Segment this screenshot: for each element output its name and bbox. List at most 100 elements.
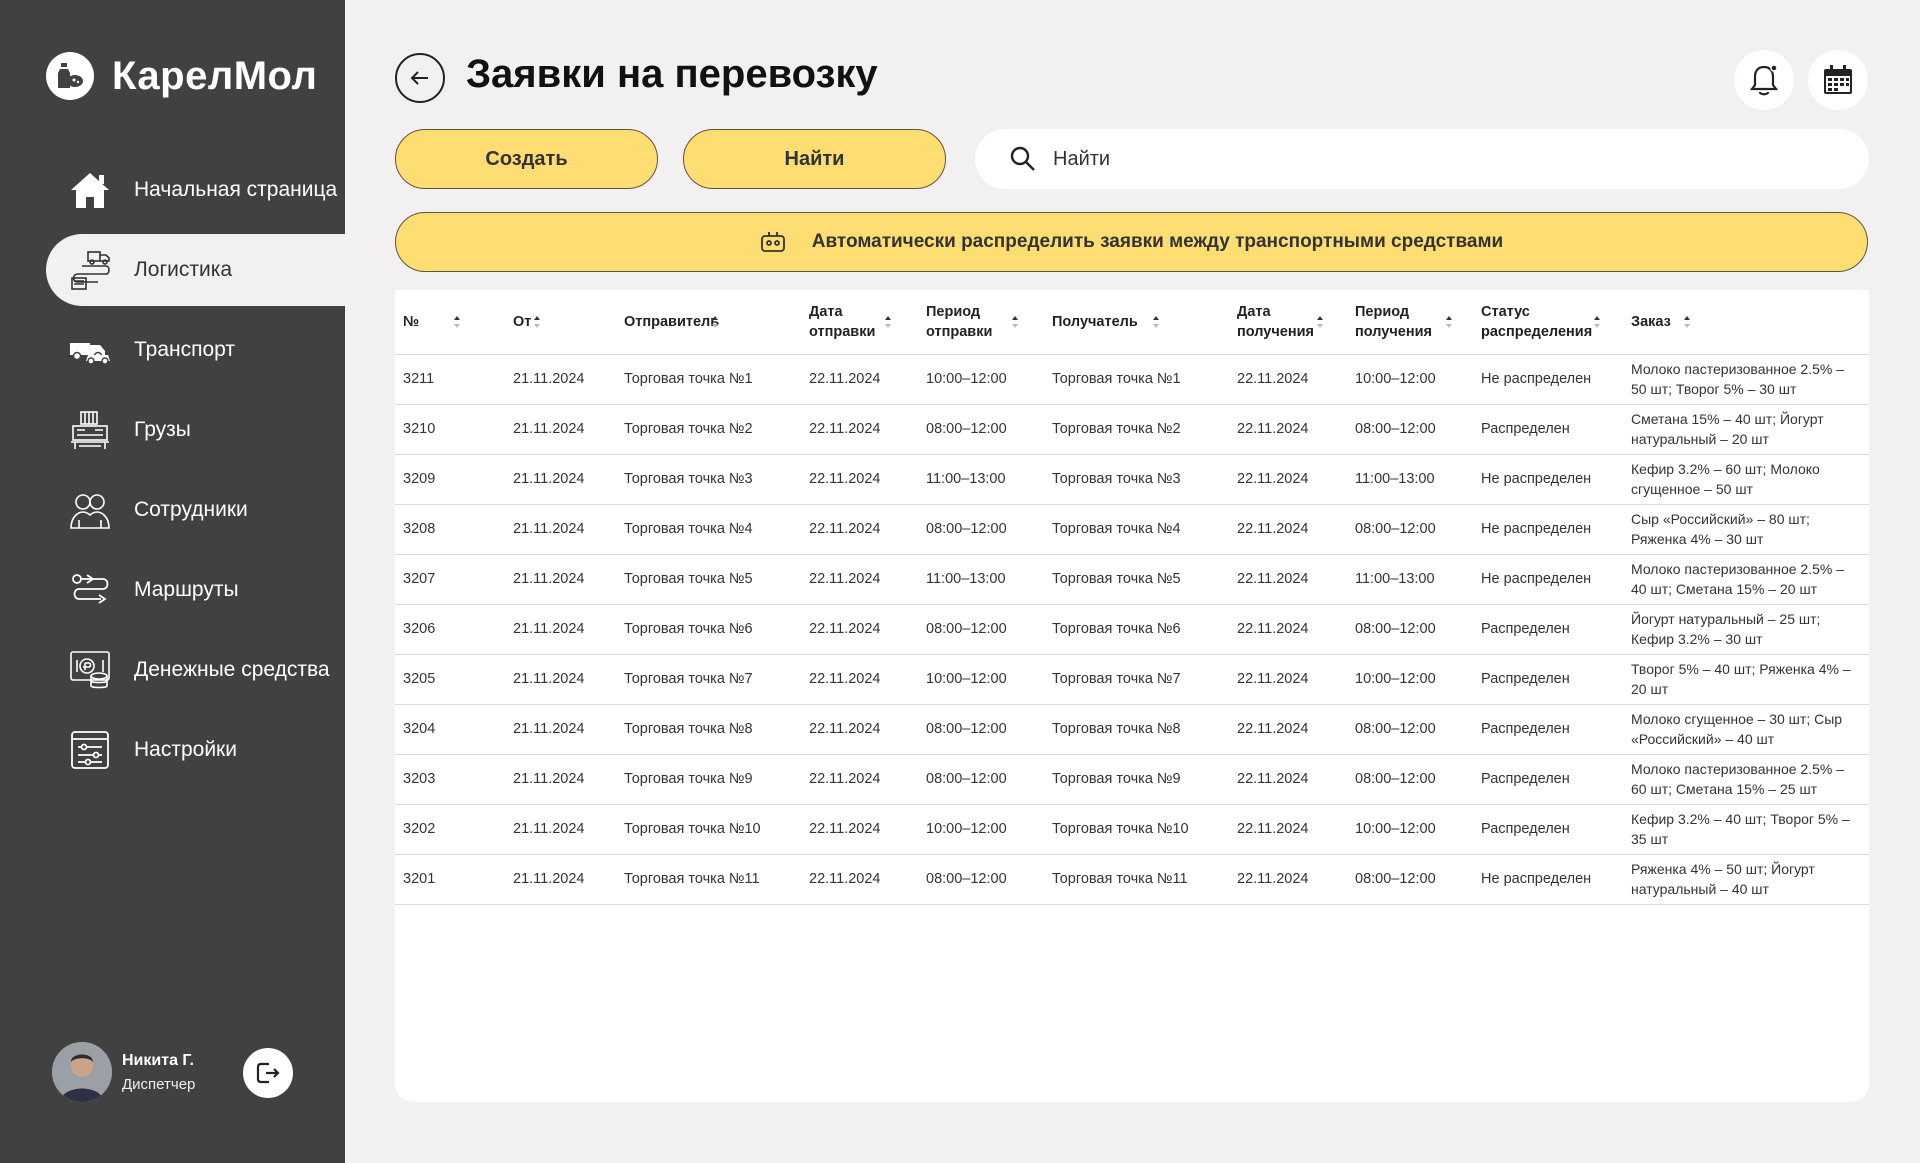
sort-icon[interactable] xyxy=(1683,315,1691,329)
table-cell: Торговая точка №2 xyxy=(1052,421,1181,437)
table-cell: Торговая точка №1 xyxy=(1052,371,1181,387)
find-button[interactable]: Найти xyxy=(683,129,946,189)
sort-icon[interactable] xyxy=(884,315,892,329)
table-cell: Не распределен xyxy=(1481,521,1592,537)
table-cell: Торговая точка №11 xyxy=(1052,871,1188,887)
table-cell: 22.11.2024 xyxy=(1237,371,1309,387)
column-header[interactable]: От xyxy=(505,290,616,355)
table-cell: 08:00–12:00 xyxy=(1355,721,1436,737)
table-cell: 08:00–12:00 xyxy=(926,871,1007,887)
create-button[interactable]: Создать xyxy=(395,129,658,189)
table-cell: Торговая точка №10 xyxy=(1052,821,1189,837)
table-cell: 10:00–12:00 xyxy=(926,371,1007,387)
sidebar-item-transport[interactable]: Транспорт xyxy=(0,310,345,390)
table-cell: 21.11.2024 xyxy=(513,621,585,637)
table-cell: Сметана 15% – 40 шт; Йогурт натуральный … xyxy=(1631,411,1824,447)
search-input[interactable] xyxy=(1053,147,1813,171)
sidebar-item-routes[interactable]: Маршруты xyxy=(0,550,345,630)
table-cell: 22.11.2024 xyxy=(1237,821,1309,837)
table-row[interactable]: 3206 21.11.2024 Торговая точка №6 22.11.202… xyxy=(395,604,1869,654)
sidebar-item-logistics[interactable]: Логистика xyxy=(46,234,345,306)
column-header[interactable]: Заказ xyxy=(1623,290,1869,355)
table-row[interactable]: 3209 21.11.2024 Торговая точка №3 22.11.202… xyxy=(395,454,1869,504)
column-header[interactable]: Период получения xyxy=(1347,290,1473,355)
table-cell: Молоко пастеризованное 2.5% – 40 шт; Сме… xyxy=(1631,561,1845,597)
sort-icon[interactable] xyxy=(1011,315,1019,329)
table-cell: 22.11.2024 xyxy=(809,771,881,787)
column-header[interactable]: Статус распределения xyxy=(1473,290,1623,355)
logout-button[interactable] xyxy=(243,1048,293,1098)
robot-icon xyxy=(760,230,786,254)
table-cell: Торговая точка №5 xyxy=(1052,571,1181,587)
table-cell: Не распределен xyxy=(1481,571,1592,587)
column-header-label: Дата xyxy=(809,303,843,320)
table-cell: 22.11.2024 xyxy=(1237,421,1309,437)
sidebar-item-cargo[interactable]: Грузы xyxy=(0,390,345,470)
table-cell: Торговая точка №8 xyxy=(1052,721,1181,737)
table-cell: 21.11.2024 xyxy=(513,771,585,787)
column-header[interactable]: Дата получения xyxy=(1229,290,1347,355)
column-header-label: Отправитель xyxy=(624,313,720,330)
settings-icon xyxy=(68,728,112,772)
column-header[interactable]: Дата отправки xyxy=(801,290,918,355)
table-cell: 3211 xyxy=(403,371,435,387)
sort-icon[interactable] xyxy=(1152,315,1160,329)
table-cell: 3205 xyxy=(403,671,436,687)
sidebar: КарелМол Начальная страница Логистика Тр… xyxy=(0,0,345,1163)
table-cell: Распределен xyxy=(1481,821,1570,837)
table-cell: 22.11.2024 xyxy=(809,371,881,387)
column-header[interactable]: Период отправки xyxy=(918,290,1044,355)
table-row[interactable]: 3208 21.11.2024 Торговая точка №4 22.11.202… xyxy=(395,504,1869,554)
table-row[interactable]: 3203 21.11.2024 Торговая точка №9 22.11.202… xyxy=(395,754,1869,804)
table-cell: 22.11.2024 xyxy=(1237,571,1309,587)
sidebar-item-money[interactable]: Денежные средства xyxy=(0,630,345,710)
table-cell: 10:00–12:00 xyxy=(926,821,1007,837)
user-info: Никита Г. Диспетчер xyxy=(122,1052,195,1093)
sidebar-item-settings[interactable]: Настройки xyxy=(0,710,345,790)
sidebar-item-employees[interactable]: Сотрудники xyxy=(0,470,345,550)
sort-icon[interactable] xyxy=(1445,315,1453,329)
table-cell: Распределен xyxy=(1481,671,1570,687)
column-header[interactable]: № xyxy=(395,290,505,355)
table-cell: 21.11.2024 xyxy=(513,571,585,587)
table-cell: 08:00–12:00 xyxy=(1355,521,1436,537)
table-cell: Не распределен xyxy=(1481,371,1592,387)
sidebar-item-home[interactable]: Начальная страница xyxy=(0,150,345,230)
brand-logo[interactable]: КарелМол xyxy=(46,52,317,100)
user-profile[interactable]: Никита Г. Диспетчер xyxy=(52,1042,195,1102)
arrow-left-icon xyxy=(410,71,428,85)
table-cell: 22.11.2024 xyxy=(1237,521,1309,537)
table-cell: Торговая точка №5 xyxy=(624,571,753,587)
table-row[interactable]: 3205 21.11.2024 Торговая точка №7 22.11.202… xyxy=(395,654,1869,704)
table-cell: 08:00–12:00 xyxy=(926,521,1007,537)
table-row[interactable]: 3204 21.11.2024 Торговая точка №8 22.11.202… xyxy=(395,704,1869,754)
notifications-button[interactable] xyxy=(1734,50,1794,110)
sort-icon[interactable] xyxy=(453,315,461,329)
calendar-button[interactable] xyxy=(1808,50,1868,110)
user-role: Диспетчер xyxy=(122,1075,196,1093)
column-header[interactable]: Получатель xyxy=(1044,290,1229,355)
table-row[interactable]: 3210 21.11.2024 Торговая точка №2 22.11.202… xyxy=(395,404,1869,454)
auto-distribute-button[interactable]: Автоматически распределить заявки между … xyxy=(395,212,1868,272)
sort-icon[interactable] xyxy=(533,315,541,329)
table-cell: 22.11.2024 xyxy=(809,821,881,837)
table-cell: Торговая точка №7 xyxy=(624,671,753,687)
back-button[interactable] xyxy=(395,53,445,103)
table-cell: Не распределен xyxy=(1481,471,1592,487)
table-row[interactable]: 3211 21.11.2024 Торговая точка №1 22.11.202… xyxy=(395,354,1869,404)
table-cell: 21.11.2024 xyxy=(513,421,585,437)
table-header: № От Отправитель Дата отправки Период отправки… xyxy=(395,290,1869,355)
table-row[interactable]: 3202 21.11.2024 Торговая точка №10 22.11.20… xyxy=(395,804,1869,854)
sort-icon[interactable] xyxy=(1316,315,1324,329)
table-cell: 22.11.2024 xyxy=(809,621,881,637)
table-row[interactable]: 3207 21.11.2024 Торговая точка №5 22.11.202… xyxy=(395,554,1869,604)
table-cell: Сыр «Российский» – 80 шт; Ряженка 4% – 3… xyxy=(1631,511,1810,547)
column-header[interactable]: Отправитель xyxy=(616,290,801,355)
sort-icon[interactable] xyxy=(1593,315,1601,329)
table-cell: Торговая точка №3 xyxy=(624,471,753,487)
sort-icon[interactable] xyxy=(711,315,719,329)
table-cell: Торговая точка №10 xyxy=(624,821,761,837)
search-bar[interactable] xyxy=(975,129,1869,189)
table-row[interactable]: 3201 21.11.2024 Торговая точка №11 22.11.20… xyxy=(395,854,1869,904)
table-cell: Торговая точка №6 xyxy=(1052,621,1181,637)
